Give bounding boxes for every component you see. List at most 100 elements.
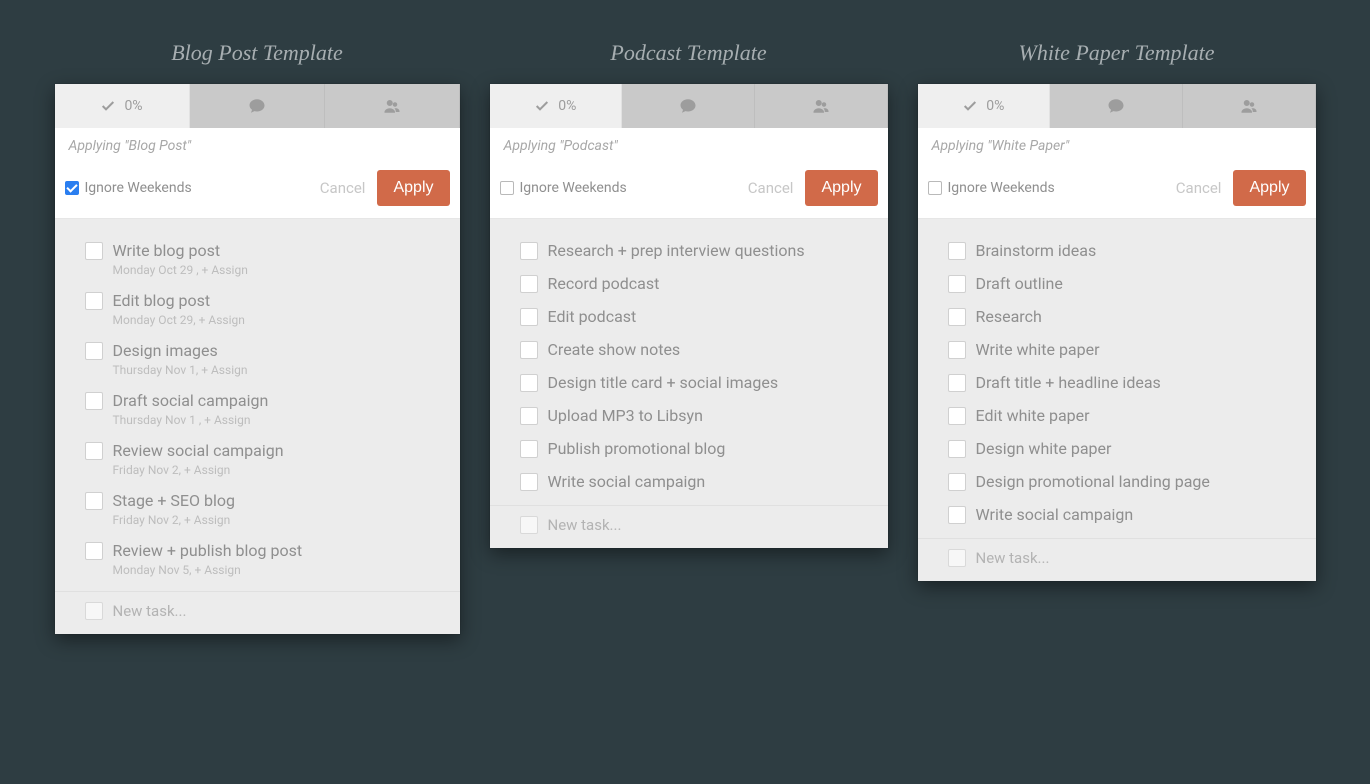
task-row[interactable]: Draft social campaignThursday Nov 1 , + …: [55, 383, 460, 433]
tab-comments[interactable]: [190, 84, 325, 128]
task-row[interactable]: Write social campaign: [490, 464, 888, 497]
task-title: Edit white paper: [976, 406, 1090, 425]
comment-icon: [679, 97, 697, 115]
new-task-label: New task...: [113, 602, 187, 620]
ignore-weekends-toggle[interactable]: Ignore Weekends: [500, 180, 627, 196]
task-row[interactable]: Design imagesThursday Nov 1, + Assign: [55, 333, 460, 383]
task-row[interactable]: Design title card + social images: [490, 365, 888, 398]
task-row[interactable]: Draft outline: [918, 266, 1316, 299]
task-row[interactable]: Review social campaignFriday Nov 2, + As…: [55, 433, 460, 483]
task-checkbox[interactable]: [520, 242, 538, 260]
task-checkbox[interactable]: [520, 341, 538, 359]
ignore-weekends-label: Ignore Weekends: [520, 180, 627, 196]
ignore-weekends-checkbox[interactable]: [65, 181, 79, 195]
task-meta: Monday Oct 29 , + Assign: [113, 263, 248, 277]
apply-button[interactable]: Apply: [1233, 170, 1305, 206]
task-row[interactable]: Brainstorm ideas: [918, 233, 1316, 266]
tab-progress[interactable]: 0%: [490, 84, 623, 128]
task-checkbox[interactable]: [520, 374, 538, 392]
applying-label: Applying "Blog Post": [55, 128, 460, 162]
task-checkbox[interactable]: [85, 292, 103, 310]
task-title: Record podcast: [548, 274, 660, 293]
ignore-weekends-toggle[interactable]: Ignore Weekends: [928, 180, 1055, 196]
ignore-weekends-label: Ignore Weekends: [85, 180, 192, 196]
task-checkbox[interactable]: [948, 341, 966, 359]
task-row[interactable]: Research + prep interview questions: [490, 233, 888, 266]
task-checkbox[interactable]: [520, 473, 538, 491]
tab-comments[interactable]: [1050, 84, 1183, 128]
people-icon: [1239, 97, 1259, 115]
task-row[interactable]: Upload MP3 to Libsyn: [490, 398, 888, 431]
task-row[interactable]: Write blog post Monday Oct 29 , + Assign: [55, 233, 460, 283]
tab-progress[interactable]: 0%: [918, 84, 1051, 128]
cancel-button[interactable]: Cancel: [748, 179, 794, 197]
new-task-checkbox[interactable]: [948, 549, 966, 567]
task-checkbox[interactable]: [85, 492, 103, 510]
panel-tabs: 0%: [55, 84, 460, 128]
task-row[interactable]: Design white paper: [918, 431, 1316, 464]
task-row[interactable]: Write white paper: [918, 332, 1316, 365]
template-column-blog-post: Blog Post Template 0% Applying "Blog Pos…: [55, 40, 460, 634]
cancel-button[interactable]: Cancel: [1176, 179, 1222, 197]
task-title: Review + publish blog post: [113, 541, 303, 560]
task-checkbox[interactable]: [948, 440, 966, 458]
task-checkbox[interactable]: [948, 506, 966, 524]
task-list: Write blog postMonday Oct 29 , + Assign …: [55, 219, 460, 634]
task-title: Edit blog post: [113, 291, 245, 310]
task-row[interactable]: Design promotional landing page: [918, 464, 1316, 497]
task-checkbox[interactable]: [948, 407, 966, 425]
task-row[interactable]: Edit blog post Monday Oct 29, + Assign: [55, 283, 460, 333]
task-row[interactable]: Review + publish blog postMonday Nov 5, …: [55, 533, 460, 583]
apply-button[interactable]: Apply: [805, 170, 877, 206]
tab-people[interactable]: [325, 84, 460, 128]
ignore-weekends-checkbox[interactable]: [500, 181, 514, 195]
task-title: Create show notes: [548, 340, 681, 359]
task-row[interactable]: Write social campaign: [918, 497, 1316, 530]
task-checkbox[interactable]: [85, 542, 103, 560]
tab-progress[interactable]: 0%: [55, 84, 190, 128]
task-checkbox[interactable]: [948, 308, 966, 326]
task-title: Design title card + social images: [548, 373, 779, 392]
cancel-button[interactable]: Cancel: [320, 179, 366, 197]
task-row[interactable]: Research: [918, 299, 1316, 332]
ignore-weekends-checkbox[interactable]: [928, 181, 942, 195]
apply-button[interactable]: Apply: [377, 170, 449, 206]
task-checkbox[interactable]: [948, 374, 966, 392]
task-checkbox[interactable]: [85, 442, 103, 460]
new-task-checkbox[interactable]: [85, 602, 103, 620]
task-row[interactable]: Draft title + headline ideas: [918, 365, 1316, 398]
task-row[interactable]: Create show notes: [490, 332, 888, 365]
task-row[interactable]: Record podcast: [490, 266, 888, 299]
task-title: Write blog post: [113, 241, 248, 260]
tab-comments[interactable]: [622, 84, 755, 128]
task-panel: 0% Applying "White Paper" Ignore Weekend…: [918, 84, 1316, 581]
task-checkbox[interactable]: [520, 407, 538, 425]
task-checkbox[interactable]: [948, 242, 966, 260]
task-checkbox[interactable]: [520, 308, 538, 326]
task-checkbox[interactable]: [85, 342, 103, 360]
task-checkbox[interactable]: [520, 440, 538, 458]
new-task-row[interactable]: New task...: [55, 591, 460, 634]
task-row[interactable]: Edit podcast: [490, 299, 888, 332]
task-title: Stage + SEO blog: [113, 491, 235, 510]
task-checkbox[interactable]: [520, 275, 538, 293]
task-meta: Monday Oct 29, + Assign: [113, 313, 245, 327]
tab-people[interactable]: [755, 84, 888, 128]
new-task-row[interactable]: New task...: [490, 505, 888, 548]
tab-people[interactable]: [1183, 84, 1316, 128]
new-task-checkbox[interactable]: [520, 516, 538, 534]
new-task-label: New task...: [976, 549, 1050, 567]
ignore-weekends-toggle[interactable]: Ignore Weekends: [65, 180, 192, 196]
task-checkbox[interactable]: [948, 473, 966, 491]
task-checkbox[interactable]: [85, 242, 103, 260]
task-row[interactable]: Stage + SEO blogFriday Nov 2, + Assign: [55, 483, 460, 533]
new-task-row[interactable]: New task...: [918, 538, 1316, 581]
task-checkbox[interactable]: [85, 392, 103, 410]
apply-toolbar: Ignore Weekends Cancel Apply: [918, 162, 1316, 219]
task-checkbox[interactable]: [948, 275, 966, 293]
task-list: Research + prep interview questions Reco…: [490, 219, 888, 548]
comment-icon: [248, 97, 266, 115]
task-meta: Thursday Nov 1 , + Assign: [113, 413, 269, 427]
task-row[interactable]: Publish promotional blog: [490, 431, 888, 464]
task-row[interactable]: Edit white paper: [918, 398, 1316, 431]
